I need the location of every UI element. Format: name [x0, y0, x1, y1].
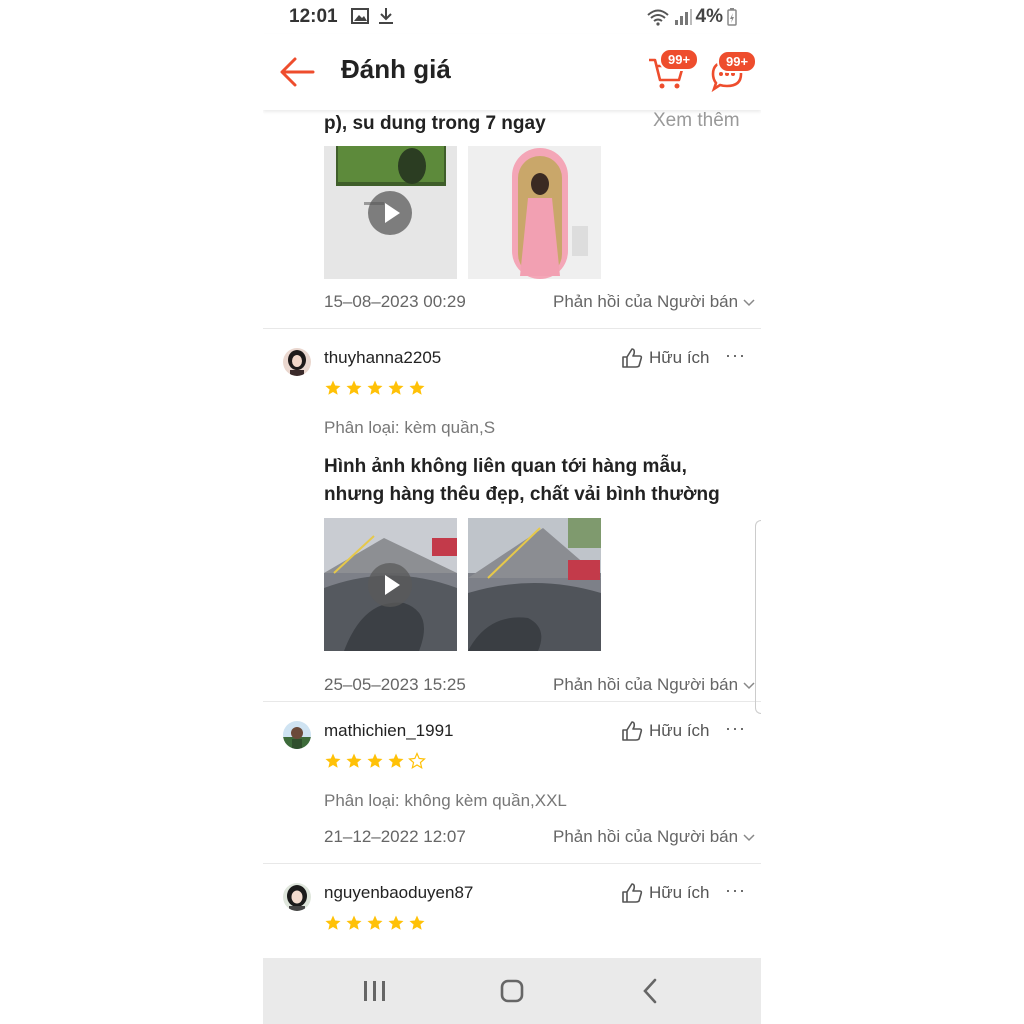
back-arrow-icon[interactable] [277, 54, 317, 90]
phone-screen: 12:01 4% Đánh giá 99+ 99+ p), su dung tr… [263, 0, 761, 1024]
star-filled-icon [409, 915, 425, 930]
chat-button[interactable]: 99+ [709, 50, 758, 94]
reviewer-username: thuyhanna2205 [324, 348, 442, 367]
more-options-button[interactable]: ··· [725, 880, 746, 901]
seller-reply-toggle[interactable]: Phản hồi của Người bán [553, 292, 755, 312]
star-filled-icon [388, 753, 404, 768]
star-filled-icon [346, 753, 362, 768]
helpful-label: Hữu ích [649, 348, 710, 367]
scroll-indicator[interactable] [755, 520, 761, 714]
star-filled-icon [325, 380, 341, 395]
battery-percent: 4% [695, 6, 723, 27]
star-filled-icon [325, 915, 341, 930]
chevron-down-icon [743, 834, 755, 842]
image-icon [351, 8, 369, 24]
avatar [283, 348, 311, 376]
review-item: thuyhanna2205 Hữu ích ··· Phân loại: kèm… [263, 329, 761, 701]
star-filled-icon [346, 915, 362, 930]
helpful-button[interactable]: Hữu ích [621, 882, 710, 904]
review-list[interactable]: p), su dung trong 7 ngay Xem thêm 15–08–… [263, 110, 761, 958]
helpful-button[interactable]: Hữu ích [621, 347, 710, 369]
review-date: 15–08–2023 00:29 [324, 292, 466, 311]
avatar [283, 883, 311, 911]
thumbs-up-icon [622, 883, 643, 903]
download-icon [379, 8, 393, 24]
helpful-button[interactable]: Hữu ích [621, 720, 710, 742]
rating-stars [324, 379, 426, 397]
back-icon[interactable] [631, 976, 671, 1006]
helpful-label: Hữu ích [649, 721, 710, 740]
review-video-thumbnail[interactable] [324, 518, 457, 651]
battery-icon [727, 8, 737, 26]
review-date: 25–05–2023 15:25 [324, 675, 466, 694]
star-filled-icon [367, 753, 383, 768]
avatar-image [283, 883, 311, 911]
review-photo[interactable] [468, 518, 601, 651]
home-icon[interactable] [492, 976, 532, 1006]
star-filled-icon [346, 380, 362, 395]
wifi-icon [646, 9, 669, 26]
review-item: mathichien_1991 Hữu ích ··· Phân loại: k… [263, 702, 761, 863]
review-item: p), su dung trong 7 ngay Xem thêm 15–08–… [263, 110, 761, 328]
recent-apps-icon[interactable] [355, 976, 395, 1006]
star-filled-icon [409, 380, 425, 395]
review-photo-image [468, 518, 601, 651]
status-right: 4% [646, 6, 737, 28]
review-item: nguyenbaoduyen87 Hữu ích ··· [263, 864, 761, 958]
star-filled-icon [388, 915, 404, 930]
helpful-label: Hữu ích [649, 883, 710, 902]
seller-reply-label: Phản hồi của Người bán [553, 292, 739, 311]
more-options-button[interactable]: ··· [725, 718, 746, 739]
seller-reply-toggle[interactable]: Phản hồi của Người bán [553, 827, 755, 847]
review-date: 21–12–2022 12:07 [324, 827, 466, 846]
seller-reply-label: Phản hồi của Người bán [553, 675, 739, 694]
page-title: Đánh giá [341, 54, 451, 84]
seller-reply-toggle[interactable]: Phản hồi của Người bán [553, 675, 755, 695]
app-bar: Đánh giá 99+ 99+ [263, 34, 761, 110]
review-photo-image [468, 146, 601, 279]
chat-badge: 99+ [717, 50, 758, 73]
seller-reply-label: Phản hồi của Người bán [553, 827, 739, 846]
chevron-down-icon [743, 682, 755, 690]
reviewer-username: nguyenbaoduyen87 [324, 883, 474, 902]
review-comment: Hình ảnh không liên quan tới hàng mẫu, n… [324, 456, 720, 505]
thumbs-up-icon [622, 721, 643, 741]
review-variant: Phân loại: kèm quần,S [324, 418, 496, 437]
signal-icon [674, 9, 692, 25]
see-more-link[interactable]: Xem thêm [653, 110, 740, 132]
avatar-image [283, 348, 311, 376]
status-bar: 12:01 4% [263, 0, 761, 34]
rating-stars [324, 752, 426, 770]
system-nav-bar [263, 958, 761, 1024]
more-options-button[interactable]: ··· [725, 345, 746, 366]
star-empty-icon [408, 752, 426, 769]
chevron-down-icon [743, 299, 755, 307]
cart-button[interactable]: 99+ [647, 48, 700, 92]
rating-stars [324, 914, 426, 932]
review-video-thumbnail[interactable] [324, 146, 457, 279]
star-filled-icon [325, 753, 341, 768]
cart-badge: 99+ [659, 48, 700, 71]
star-filled-icon [367, 915, 383, 930]
avatar-image [283, 721, 311, 749]
play-icon [368, 563, 412, 607]
star-filled-icon [367, 380, 383, 395]
review-variant: Phân loại: không kèm quần,XXL [324, 791, 567, 810]
reviewer-username: mathichien_1991 [324, 721, 454, 740]
play-icon [368, 191, 412, 235]
review-photo[interactable] [468, 146, 601, 279]
status-time: 12:01 [289, 6, 338, 27]
star-filled-icon [388, 380, 404, 395]
avatar [283, 721, 311, 749]
thumbs-up-icon [622, 348, 643, 368]
